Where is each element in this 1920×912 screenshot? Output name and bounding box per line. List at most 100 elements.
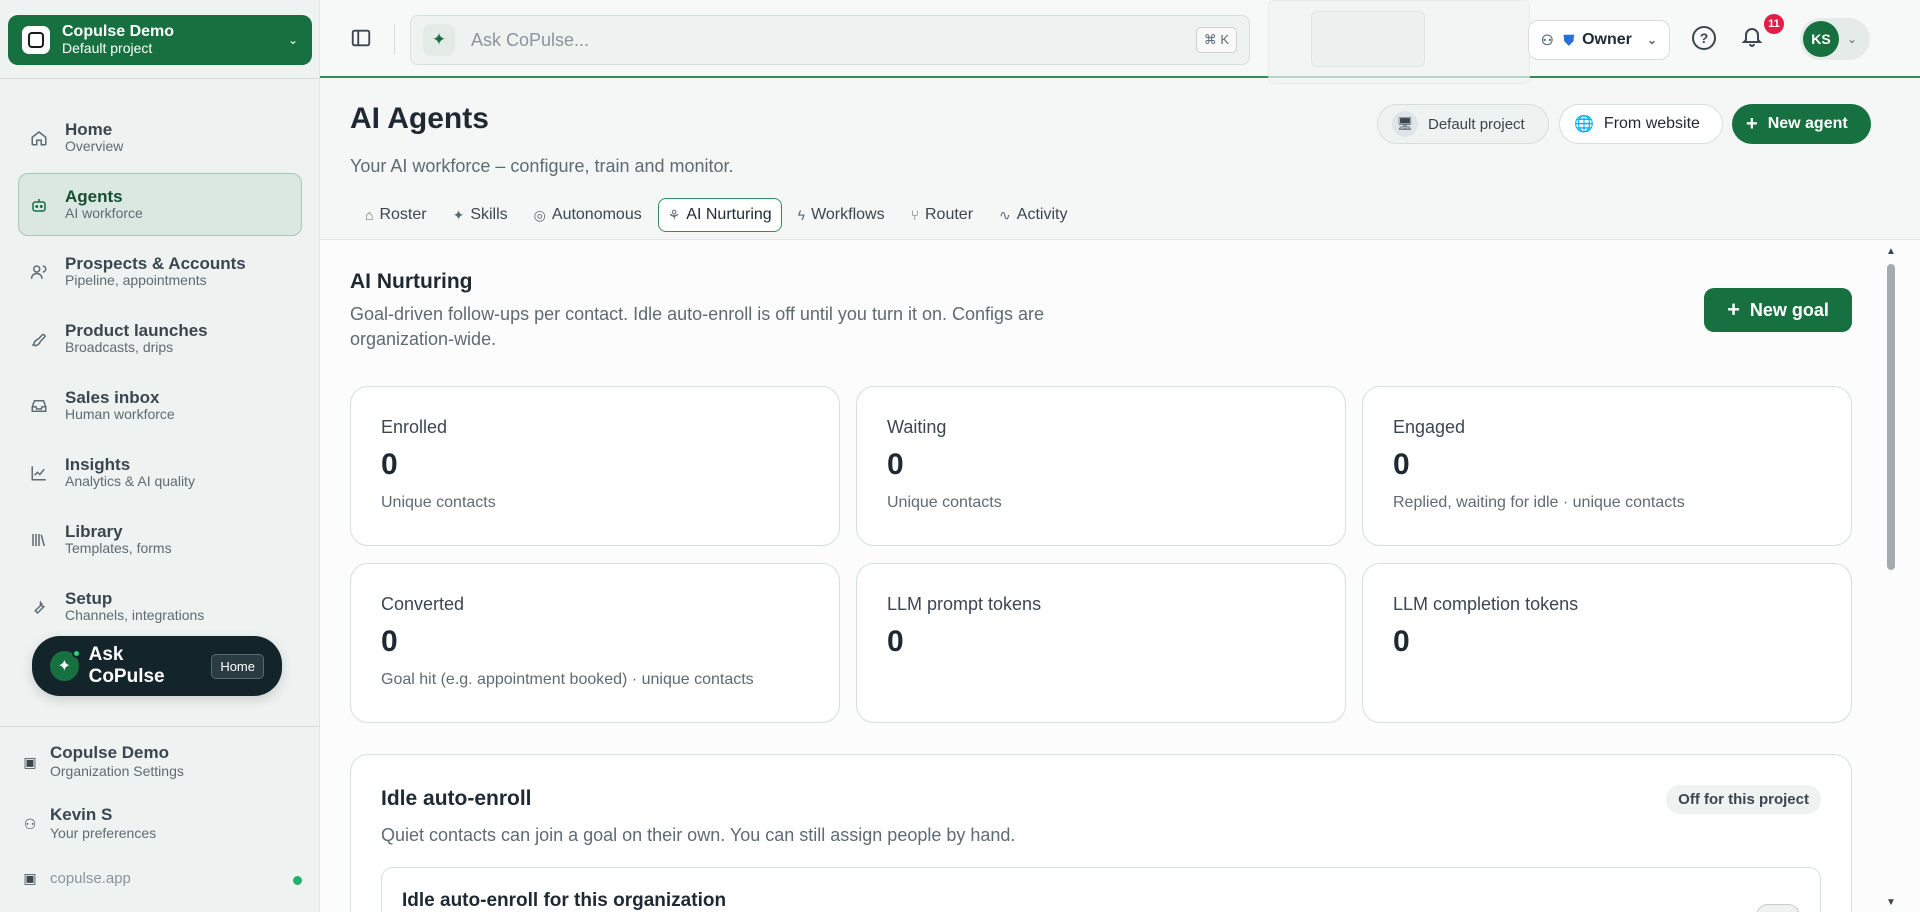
sidebar-item-setup[interactable]: Setup Channels, integrations [18, 575, 302, 638]
sidebar-item-sub: Channels, integrations [65, 606, 205, 623]
domain-row: ▣ copulse.app [22, 870, 302, 887]
stat-card-engaged: Engaged 0 Replied, waiting for idle · un… [1362, 386, 1852, 546]
new-agent-label: New agent [1767, 115, 1848, 132]
scroll-up-icon[interactable]: ▲ [1886, 246, 1896, 257]
chevron-down-icon: ⌄ [287, 33, 298, 47]
project-subtitle: Default project [62, 40, 153, 56]
scroll-down-icon[interactable]: ▼ [1886, 897, 1896, 908]
from-website-button[interactable]: 🌐 From website [1559, 104, 1723, 144]
tab-label: Workflows [811, 206, 885, 223]
sidebar-item-agents[interactable]: Agents AI workforce [18, 173, 302, 236]
ask-copulse-search[interactable]: ✦ Ask CoPulse... ⌘ K [410, 15, 1250, 65]
org-name: Copulse Demo [50, 743, 170, 762]
stat-label: Converted [381, 594, 465, 614]
bell-icon[interactable] [1740, 24, 1768, 52]
tab-router[interactable]: ⑂ Router [901, 198, 983, 232]
sidebar-item-sub: Templates, forms [65, 539, 172, 556]
sidebar-item-sub: Analytics & AI quality [65, 472, 195, 489]
stat-value: 0 [1393, 625, 1410, 658]
project-switcher[interactable]: Copulse Demo Default project ⌄ [8, 15, 312, 65]
tab-activity[interactable]: ∿ Activity [989, 198, 1077, 232]
stat-label: LLM prompt tokens [887, 594, 1042, 614]
search-placeholder: Ask CoPulse... [471, 29, 590, 50]
nurturing-panel: AI Nurturing Goal-driven follow-ups per … [320, 240, 1920, 912]
org-icon: ▣ [23, 753, 37, 770]
app-icon: ▣ [23, 870, 37, 886]
stat-value: 0 [1393, 448, 1410, 481]
default-project-label: Default project [1428, 115, 1525, 133]
tab-label: Autonomous [551, 206, 642, 223]
user-menu[interactable]: KS ⌄ [1800, 18, 1870, 60]
sidebar-item-insights[interactable]: Insights Analytics & AI quality [18, 441, 302, 504]
sidebar-item-sub: Human workforce [65, 405, 175, 422]
stat-label: Waiting [887, 417, 947, 437]
org-settings-link[interactable]: ▣ Copulse Demo Organization Settings [22, 743, 184, 780]
tab-bar: ⌂ Roster ✦ Skills ◎ Autonomous ⚘ AI Nurturin… [355, 198, 1083, 232]
keyboard-shortcut: ⌘ K [1195, 27, 1237, 53]
ask-copulse-button[interactable]: ✦ Ask CoPulse Home [32, 636, 282, 696]
sidebar-item-label: Home [65, 119, 113, 139]
org-sub: Organization Settings [50, 763, 184, 779]
stat-label: Engaged [1393, 417, 1466, 437]
new-agent-button[interactable]: + New agent [1732, 104, 1871, 144]
stat-sub: Unique contacts [381, 494, 496, 511]
sidebar-item-label: Prospects & Accounts [65, 253, 246, 273]
sidebar-item-label: Agents [65, 186, 123, 206]
user-sub: Your preferences [50, 825, 157, 841]
stat-card-prompt-tokens: LLM prompt tokens 0 [856, 563, 1346, 723]
new-goal-button[interactable]: + New goal [1704, 288, 1852, 332]
sidebar-nav: Home Overview Agents AI workforce Prospect… [18, 106, 302, 642]
idle-auto-enroll-toggle[interactable] [1756, 904, 1800, 912]
sidebar-item-library[interactable]: Library Templates, forms [18, 508, 302, 571]
sidebar-item-label: Library [65, 521, 123, 541]
bolt-icon: ϟ [797, 207, 806, 223]
tab-label: AI Nurturing [686, 206, 772, 223]
sidebar-item-sub: AI workforce [65, 204, 143, 221]
page-subtitle: Your AI workforce – configure, train and… [350, 156, 734, 176]
tab-label: Activity [1016, 206, 1068, 223]
chevron-down-icon: ⌄ [1646, 33, 1657, 47]
section-title: AI Nurturing [350, 270, 473, 293]
avatar: KS [1803, 21, 1839, 57]
shield-icon: ⛊ [1563, 31, 1575, 48]
sparkle-icon: ✦ [50, 649, 81, 681]
idle-description: Quiet contacts can join a goal on their … [381, 825, 1016, 845]
sidebar-item-sales-inbox[interactable]: Sales inbox Human workforce [18, 374, 302, 437]
status-badge: Off for this project [1666, 785, 1821, 814]
sidebar-item-prospects[interactable]: Prospects & Accounts Pipeline, appointmen… [18, 240, 302, 303]
sidebar-toggle-icon[interactable] [350, 27, 372, 49]
globe-icon: 🌐 [1574, 116, 1594, 133]
sidebar-item-label: Setup [65, 588, 113, 608]
user-preferences-link[interactable]: ⚇ Kevin S Your preferences [22, 806, 156, 842]
project-logo-icon [22, 26, 50, 54]
help-icon[interactable]: ? [1692, 26, 1716, 50]
tab-autonomous[interactable]: ◎ Autonomous [524, 198, 652, 232]
sidebar-item-product-launches[interactable]: Product launches Broadcasts, drips [18, 307, 302, 370]
scroll-thumb[interactable] [1887, 264, 1895, 570]
project-title: Copulse Demo [62, 23, 175, 40]
page-title: AI Agents [350, 102, 489, 135]
divider [394, 24, 395, 54]
tab-ai-nurturing[interactable]: ⚘ AI Nurturing [657, 198, 782, 232]
sidebar-item-label: Insights [65, 454, 131, 474]
tab-workflows[interactable]: ϟ Workflows [788, 198, 895, 232]
content-scrollbar[interactable]: ▲ ▼ [1884, 242, 1898, 910]
sidebar-item-home[interactable]: Home Overview [18, 106, 302, 169]
pulse-icon: ∿ [999, 206, 1011, 223]
stat-label: LLM completion tokens [1393, 594, 1579, 614]
idle-title: Idle auto-enroll [381, 787, 532, 810]
route-icon: ⑂ [910, 207, 919, 223]
role-label: Owner [1582, 31, 1632, 48]
tab-skills[interactable]: ✦ Skills [443, 198, 518, 232]
role-selector[interactable]: ⚇ ⛊ Owner ⌄ [1528, 20, 1670, 60]
tab-roster[interactable]: ⌂ Roster [355, 198, 437, 232]
wrench-icon [29, 597, 49, 617]
default-project-button[interactable]: 🖥 Default project [1377, 104, 1549, 144]
tab-label: Router [925, 206, 974, 223]
stat-value: 0 [381, 448, 398, 481]
tab-label: Skills [470, 206, 508, 223]
tab-label: Roster [379, 206, 427, 223]
idle-org-title: Idle auto-enroll for this organization [402, 890, 727, 911]
stat-sub: Goal hit (e.g. appointment booked) · uni… [381, 671, 754, 688]
sidebar-item-label: Product launches [65, 320, 208, 340]
